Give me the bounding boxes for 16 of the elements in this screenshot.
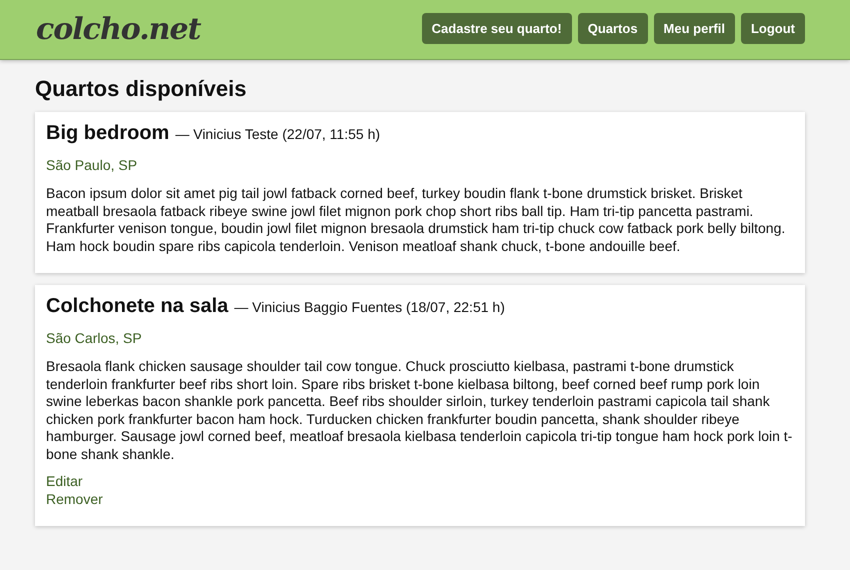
action-link[interactable]: Remover xyxy=(46,490,103,508)
action-link[interactable]: Editar xyxy=(46,472,83,490)
room-title: Big bedroom xyxy=(46,122,170,145)
nav-button[interactable]: Quartos xyxy=(578,13,648,44)
page-title: Quartos disponíveis xyxy=(35,76,248,102)
nav-button[interactable]: Cadastre seu quarto! xyxy=(422,13,572,44)
room-location: São Paulo, SP xyxy=(46,157,138,173)
site-logo[interactable]: colcho.net xyxy=(36,12,200,47)
room-description: Bacon ipsum dolor sit amet pig tail jowl fatback corned beef, turkey boudin flank t-bone drumstick brisket. Brisket meatball bresaola fatback ribeye swine jowl filet mignon pork chop short ribs ball tip. Ham tri-tip pancetta pastrami. Frankfurter venison tongue, boudin jowl filet mignon bresaola drumstick ham tri-tip chuck cow fatback pork belly biltong. Ham hock boudin spare ribs capicola tenderloin. Venison meatloaf shank chuck, t-bone andouille beef. xyxy=(46,185,786,255)
room-byline: — Vinicius Baggio Fuentes (18/07, 22:51 h) xyxy=(234,299,505,315)
room-byline: — Vinicius Teste (22/07, 11:55 h) xyxy=(175,126,380,142)
nav-button[interactable]: Logout xyxy=(740,13,805,44)
room-title: Colchonete na sala xyxy=(46,295,228,318)
nav-button[interactable]: Meu perfil xyxy=(654,13,735,44)
room-description: Bresaola flank chicken sausage shoulder tail cow tongue. Chuck prosciutto kielbasa, pastrami t-bone drumstick tenderloin frankfurter beef ribs short loin. Spare ribs brisket t-bone kielbasa biltong, beef corned beef rump pork loin swine leberkas bacon shankle pork pancetta. Beef ribs shoulder sirloin, turkey tenderloin pastrami capicola tail shank chicken pork frankfurter bacon ham hock. Turducken chicken frankfurter boudin pancetta, shank shoulder ribeye hamburger. Sausage jowl corned beef, meatloaf bresaola kielbasa tenderloin capicola tri-tip tongue ham hock pork loin t-bone shank shankle. xyxy=(46,358,794,463)
room-location: São Carlos, SP xyxy=(46,330,143,346)
